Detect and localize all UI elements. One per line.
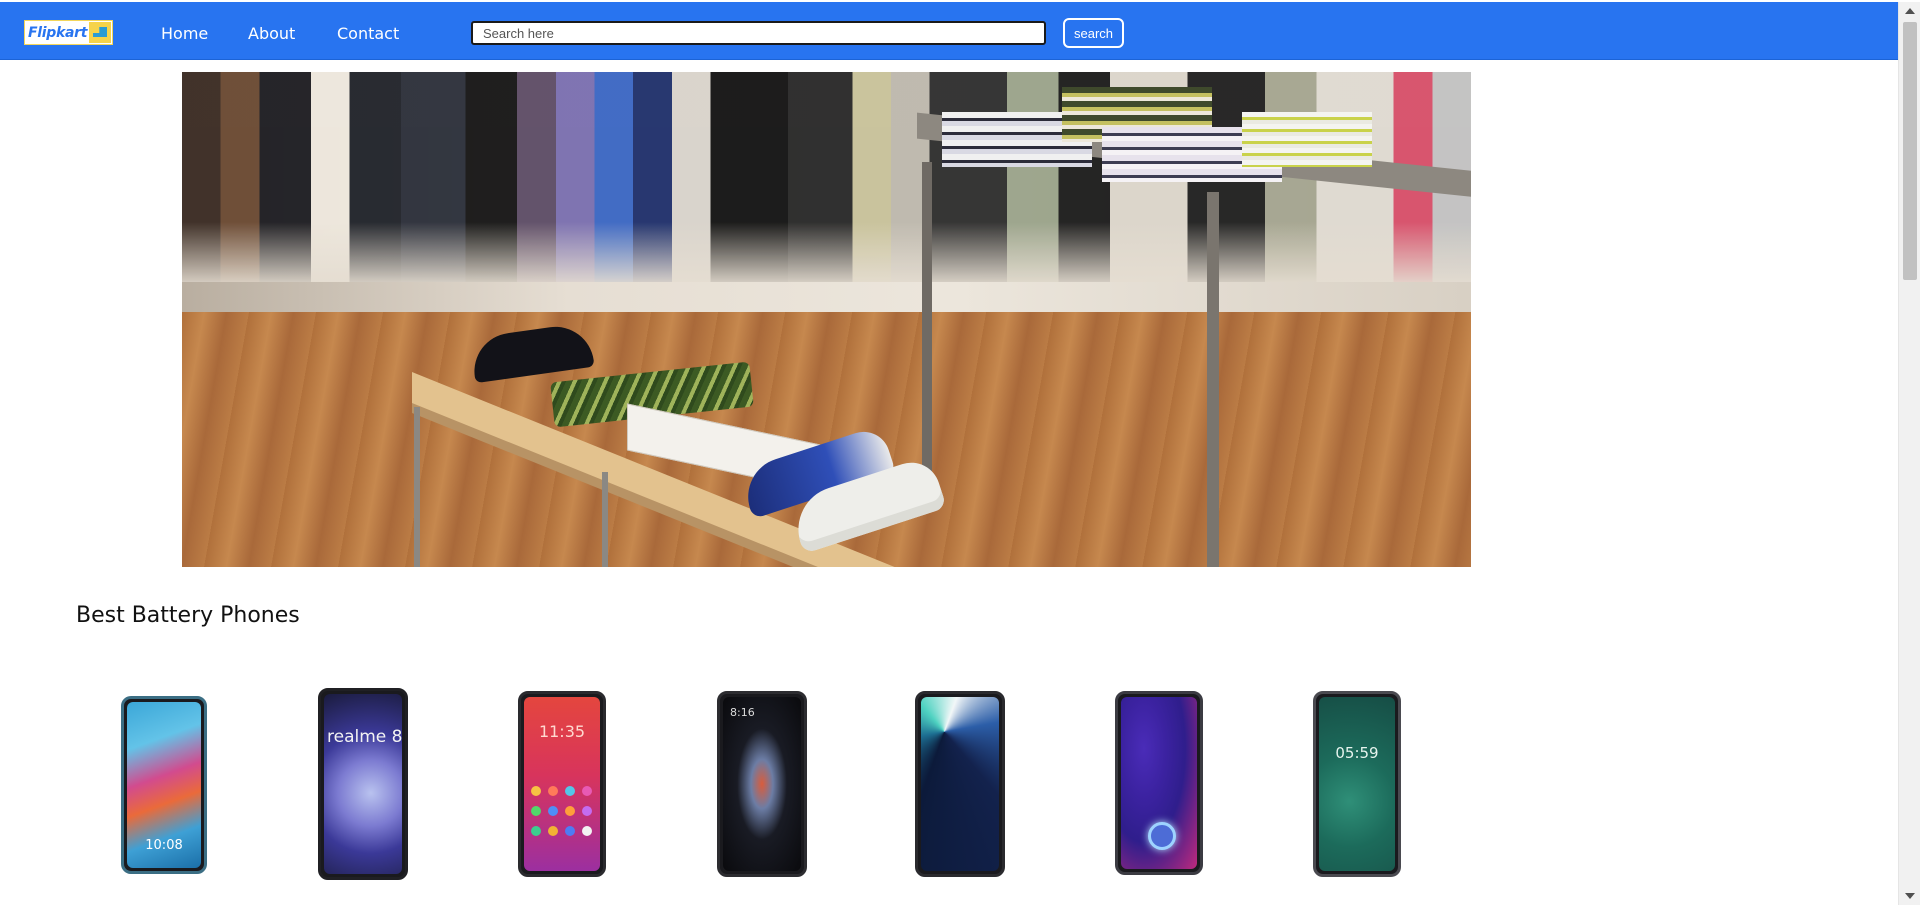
hero-table-leg [602,472,608,567]
phone-screen-text: 05:59 [1335,744,1379,762]
section-title: Best Battery Phones [76,603,300,628]
vertical-scrollbar[interactable] [1898,2,1920,905]
page: Flipkart Home About Contact search Best … [0,0,1920,905]
hero-table-leg [1207,192,1219,567]
phone-screen-text: realme 8 [327,727,403,747]
nav-link-about[interactable]: About [248,24,295,44]
phone-screen-text: 10:08 [145,838,183,853]
hero-table-leg [414,407,420,567]
logo-badge-icon [89,22,111,43]
phone-product-7[interactable]: 05:59 [1313,691,1401,877]
phone-product-1[interactable]: 10:08 [121,696,207,874]
scroll-up-icon[interactable] [1905,8,1915,14]
phone-screen [1319,697,1395,871]
search-button[interactable]: search [1063,18,1124,48]
phone-screen-text: 11:35 [538,722,586,741]
logo-text: Flipkart [28,24,88,41]
top-navbar: Flipkart Home About Contact search [0,2,1898,59]
phone-product-6[interactable] [1115,691,1203,875]
scrollbar-thumb[interactable] [1903,22,1917,280]
search-input[interactable] [471,21,1046,45]
phone-screen-text: 8:16 [730,706,755,719]
phone-app-icons [531,786,593,836]
phone-screen [324,694,402,874]
phone-product-5[interactable] [915,691,1005,877]
phone-product-3[interactable]: 11:35 [518,691,606,877]
nav-link-contact[interactable]: Contact [337,24,399,44]
fingerprint-icon [1148,822,1176,850]
phone-product-4[interactable]: 8:16 [717,691,807,877]
nav-link-home[interactable]: Home [161,24,208,44]
hero-banner-image [182,72,1471,567]
hero-folded-shirts [1242,112,1372,167]
flipkart-logo[interactable]: Flipkart [24,20,113,45]
phone-screen [723,697,801,871]
scroll-down-icon[interactable] [1905,893,1915,899]
hero-table-leg [922,162,932,482]
phone-product-2[interactable]: realme 8 [318,688,408,880]
phone-screen [921,697,999,871]
